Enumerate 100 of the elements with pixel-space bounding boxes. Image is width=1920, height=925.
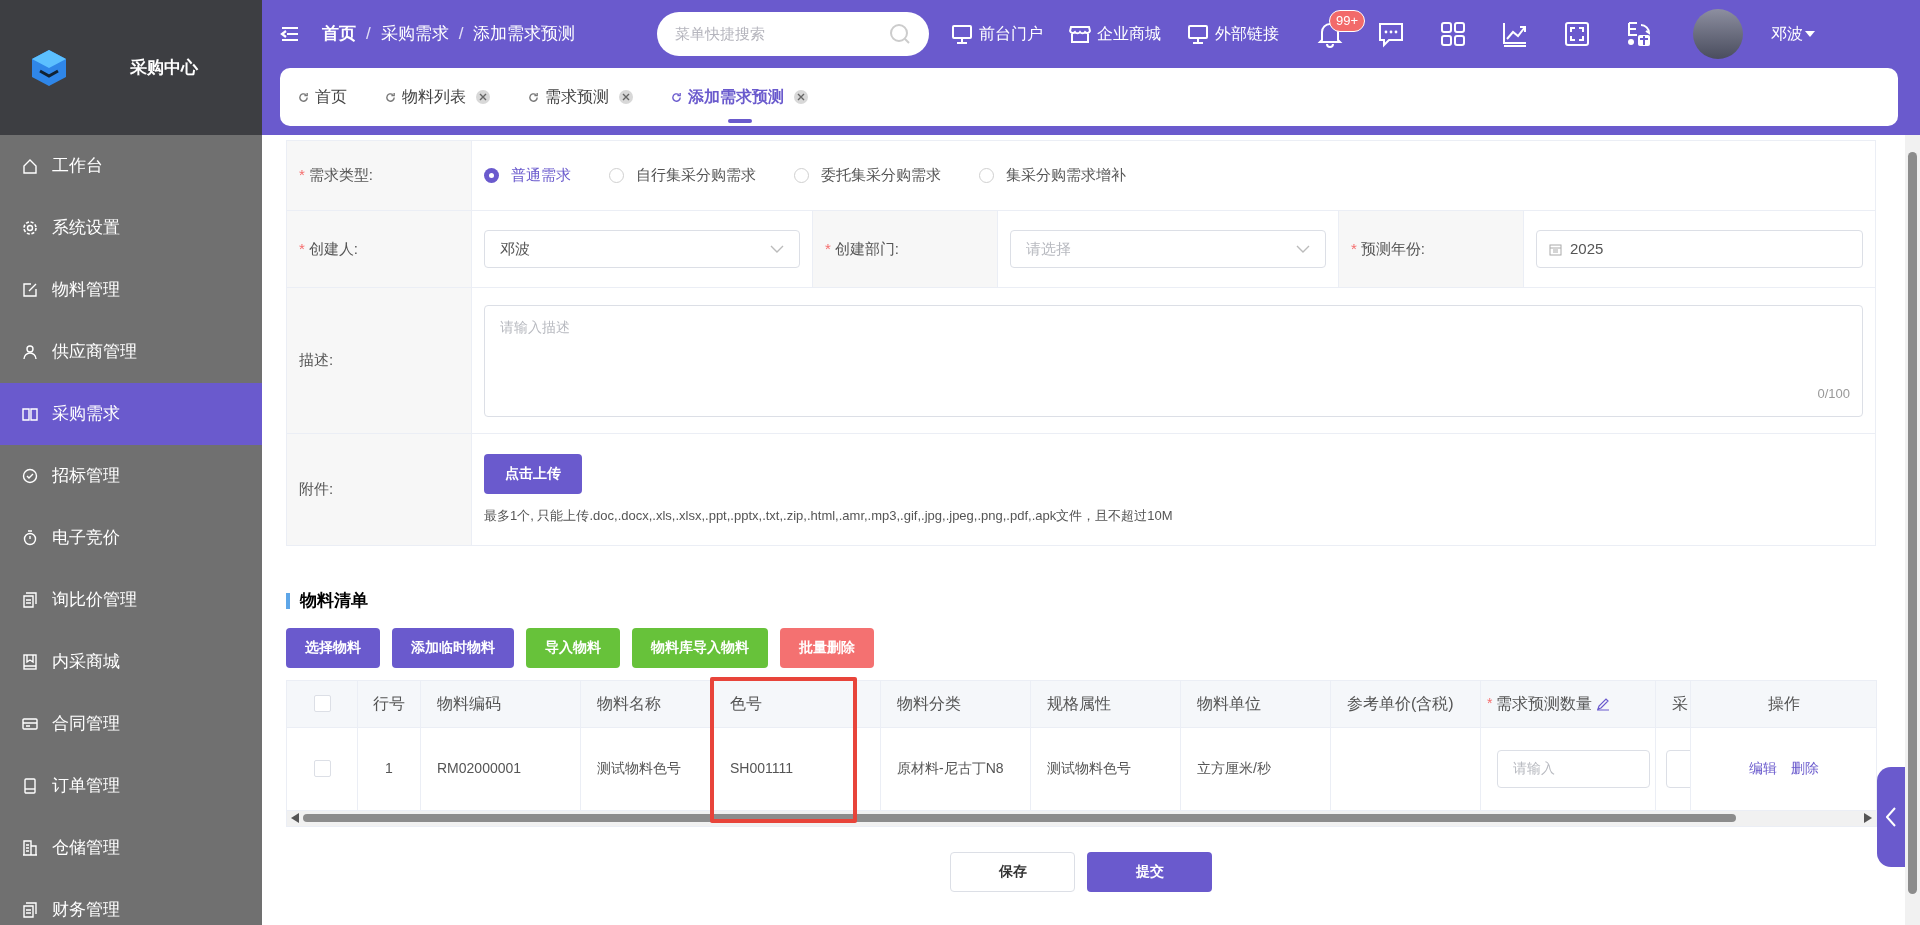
phone-icon — [22, 778, 38, 794]
breadcrumb-separator: / — [366, 23, 371, 46]
grid-icon[interactable] — [1439, 20, 1467, 48]
refresh-icon[interactable] — [385, 91, 396, 103]
close-icon[interactable] — [794, 90, 808, 104]
column-header: 需求预测数量 — [1496, 693, 1593, 714]
monitor-icon — [951, 23, 973, 45]
sidebar-item[interactable]: 采购需求 — [0, 383, 262, 445]
fullscreen-icon[interactable] — [1563, 20, 1591, 48]
table-cell-text: 立方厘米/秒 — [1197, 759, 1271, 778]
menu-fold-icon[interactable] — [280, 25, 300, 43]
table-cell-text: 1 — [385, 759, 393, 778]
home-icon — [22, 158, 38, 174]
refresh-icon[interactable] — [671, 91, 682, 103]
document-icon — [22, 902, 38, 918]
table-cell-text: RM02000001 — [437, 759, 522, 778]
notification-badge: 99+ — [1329, 10, 1366, 32]
close-icon[interactable] — [476, 90, 490, 104]
tab[interactable]: 需求预测 — [528, 68, 633, 126]
submit-button[interactable]: 提交 — [1087, 851, 1212, 892]
radio-button[interactable] — [609, 168, 624, 183]
select-all-checkbox[interactable] — [313, 695, 331, 712]
required-mark: * — [299, 165, 305, 186]
scrollbar-thumb[interactable] — [303, 814, 1736, 822]
field-label: 创建人: — [308, 238, 358, 259]
tab[interactable]: 首页 — [298, 68, 347, 126]
creator-select[interactable]: 邓波 — [484, 230, 800, 268]
header-link[interactable]: 企业商城 — [1069, 22, 1161, 46]
scroll-left-icon[interactable] — [291, 813, 299, 823]
radio-option[interactable]: 委托集采分购需求 — [794, 164, 941, 187]
row-checkbox[interactable] — [313, 760, 331, 777]
table-cell-text: 测试物料色号 — [1047, 759, 1131, 778]
scroll-right-icon[interactable] — [1864, 813, 1872, 823]
header-link[interactable]: 前台门户 — [951, 22, 1043, 46]
field-label: 描述: — [287, 288, 472, 433]
search-icon — [889, 23, 911, 45]
breadcrumb-item[interactable]: 采购需求 — [380, 21, 449, 47]
upload-button[interactable]: 点击上传 — [484, 453, 582, 494]
settings-icon — [22, 220, 38, 236]
edit-icon — [22, 282, 38, 298]
field-label: 附件: — [287, 434, 472, 545]
year-picker[interactable]: 2025 — [1536, 230, 1863, 268]
close-icon[interactable] — [619, 90, 633, 104]
column-header: 操作 — [1767, 693, 1800, 714]
breadcrumb-item: 添加需求预测 — [473, 23, 576, 46]
description-textarea[interactable]: 请输入描述 0/100 — [484, 304, 1863, 417]
vertical-scrollbar[interactable] — [1905, 135, 1920, 925]
action-link[interactable]: 删除 — [1790, 758, 1819, 779]
user-menu[interactable]: 邓波 — [1771, 22, 1815, 46]
radio-button[interactable] — [979, 168, 994, 183]
table-cell-text: 原材料-尼古丁N8 — [897, 759, 1004, 778]
section-marker — [286, 592, 290, 609]
chart-icon[interactable] — [1501, 20, 1529, 48]
calendar-icon — [1549, 242, 1562, 256]
app-title: 采购中心 — [130, 56, 198, 79]
table-cell-text: 测试物料色号 — [597, 759, 681, 778]
save-button[interactable]: 保存 — [950, 851, 1075, 892]
column-header: 规格属性 — [1047, 693, 1111, 714]
chat-icon[interactable] — [1377, 20, 1405, 48]
toolbar-button[interactable]: 添加临时物料 — [392, 627, 514, 668]
required-mark: * — [1351, 238, 1357, 259]
radio-option[interactable]: 自行集采分购需求 — [609, 164, 756, 187]
tab[interactable]: 物料列表 — [385, 68, 490, 126]
refresh-icon[interactable] — [528, 91, 539, 103]
radio-button[interactable] — [484, 168, 499, 183]
book-icon — [22, 406, 38, 422]
column-header: 行号 — [373, 693, 405, 714]
required-mark: * — [299, 238, 305, 259]
column-header: 物料单位 — [1197, 693, 1261, 714]
chevron-left-icon — [1886, 807, 1896, 827]
header-link[interactable]: 外部链接 — [1187, 22, 1279, 46]
column-header: 物料编码 — [437, 693, 501, 714]
collapse-tab[interactable] — [1877, 767, 1905, 867]
scrollbar-thumb[interactable] — [1908, 152, 1917, 894]
toolbar-button[interactable]: 选择物料 — [286, 627, 380, 668]
tab[interactable]: 添加需求预测 — [671, 68, 808, 126]
breadcrumb-separator: / — [458, 23, 464, 46]
column-header: 采 — [1672, 693, 1688, 714]
section-title: 物料清单 — [300, 590, 368, 612]
chevron-down-icon — [1296, 245, 1310, 253]
breadcrumb-item[interactable]: 首页 — [322, 21, 356, 47]
upload-hint: 最多1个, 只能上传.doc,.docx,.xls,.xlsx,.ppt,.pptx,.txt,.zip,.html,.amr,.mp3,.gif,.jpg,.jpeg,.png,.pdf,.apk文件，且不超过10M — [484, 506, 1174, 525]
bookmark-icon — [22, 654, 38, 670]
refresh-icon[interactable] — [298, 91, 309, 103]
table-cell-text: SH001111 — [730, 759, 794, 778]
column-header: 物料分类 — [897, 693, 961, 714]
stopwatch-icon — [22, 530, 38, 546]
field-label: 预测年份: — [1360, 238, 1425, 259]
radio-option[interactable]: 普通需求 — [484, 164, 571, 187]
field-label: 需求类型: — [308, 165, 373, 186]
caret-icon — [1805, 30, 1815, 38]
radio-button[interactable] — [794, 168, 809, 183]
toolbar-button[interactable]: 批量删除 — [780, 627, 874, 668]
store-icon — [1069, 23, 1091, 45]
card-icon — [22, 716, 38, 732]
radio-option[interactable]: 集采分购需求增补 — [979, 164, 1126, 187]
action-link[interactable]: 编辑 — [1748, 758, 1777, 779]
column-header: 色号 — [730, 693, 762, 714]
translate-icon[interactable] — [1625, 20, 1653, 48]
field-label: 创建部门: — [834, 238, 899, 259]
